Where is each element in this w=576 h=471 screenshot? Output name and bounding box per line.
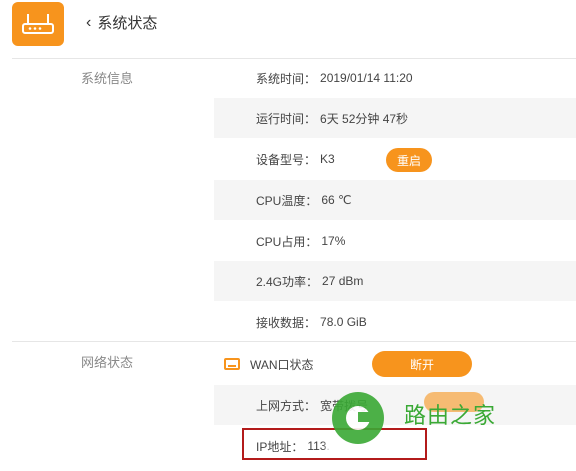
chevron-left-icon: ‹ xyxy=(86,13,92,31)
wan-port-icon xyxy=(224,358,240,370)
model-label: 设备型号： xyxy=(256,152,317,167)
system-time-value: 2019/01/14 11:20 xyxy=(320,71,413,85)
power-value: 27 dBm xyxy=(322,274,364,288)
cpu-usage-row: CPU占用： 17% xyxy=(214,221,576,261)
router-icon xyxy=(12,2,64,46)
cpu-usage-value: 17% xyxy=(321,234,346,248)
rx-data-value: 78.0 GiB xyxy=(320,315,367,329)
watermark-text: 路由之家 xyxy=(404,403,497,428)
rx-data-label: 接收数据： xyxy=(256,315,317,330)
cpu-usage-label: CPU占用： xyxy=(256,234,318,249)
system-time-row: 系统时间： 2019/01/14 11:20 xyxy=(214,58,576,98)
section-label-network-status: 网络状态 xyxy=(80,355,133,370)
page-title: 系统状态 xyxy=(97,15,158,32)
section-label-system-info: 系统信息 xyxy=(80,71,133,86)
cpu-temp-row: CPU温度： 66 ℃ xyxy=(214,180,576,220)
access-mode-label: 上网方式： xyxy=(256,398,317,413)
system-time-label: 系统时间： xyxy=(256,71,317,86)
watermark: 路由之家 xyxy=(332,388,532,448)
reboot-button[interactable]: 重启 xyxy=(386,148,432,172)
uptime-value: 6天 52分钟 47秒 xyxy=(320,111,409,126)
cpu-temp-label: CPU温度： xyxy=(256,193,318,208)
cpu-temp-value: 66 ℃ xyxy=(321,193,352,207)
rx-data-row: 接收数据： 78.0 GiB xyxy=(214,302,576,342)
wan-status-label: WAN口状态 xyxy=(250,357,314,372)
watermark-logo-icon xyxy=(332,392,384,444)
uptime-label: 运行时间： xyxy=(256,111,317,126)
header: ‹ 系统状态 xyxy=(0,0,576,58)
disconnect-button[interactable]: 断开 xyxy=(372,351,472,377)
uptime-row: 运行时间： 6天 52分钟 47秒 xyxy=(214,98,576,138)
power-label: 2.4G功率： xyxy=(256,274,319,289)
model-value: K3 xyxy=(320,152,335,166)
back-button[interactable]: ‹ 系统状态 xyxy=(86,12,157,33)
power-row: 2.4G功率： 27 dBm xyxy=(214,261,576,301)
